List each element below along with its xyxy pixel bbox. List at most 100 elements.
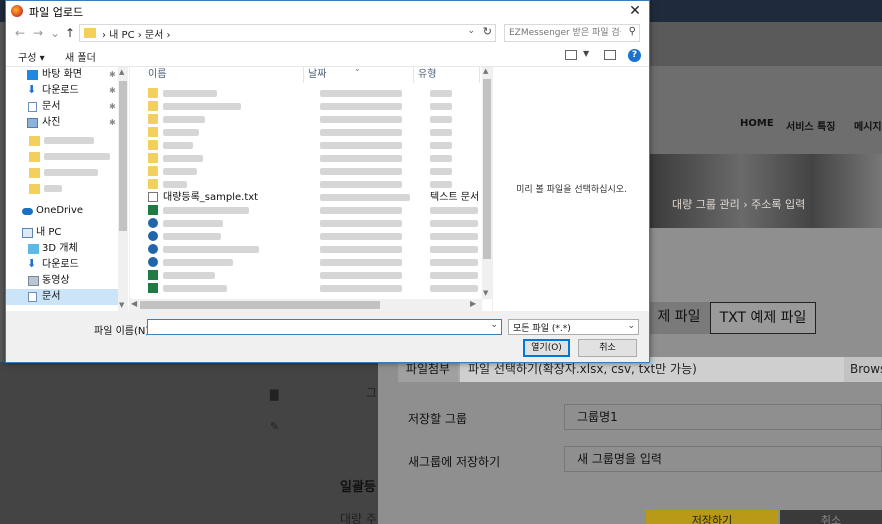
nav-message[interactable]: 메시지 [854,118,882,133]
scroll-down-icon[interactable]: ▼ [119,301,124,309]
file-row[interactable] [144,282,480,295]
forward-arrow-icon[interactable]: → [30,25,46,41]
pin-icon[interactable]: ✱ [109,83,116,99]
file-row[interactable] [144,100,480,113]
tab-example-file[interactable]: 제 파일 [648,302,710,334]
address-bar[interactable]: › 내 PC › 문서 › ⌄ ↻ [79,24,496,42]
filename-input[interactable] [150,320,486,334]
sidebar-item-onedrive[interactable]: OneDrive [6,203,120,219]
sidebar-item-folder[interactable] [6,181,120,197]
preview-pane-icon[interactable] [604,50,616,60]
text-file-icon [148,192,158,202]
sidebar-item-pictures[interactable]: 사진 ✱ [6,115,120,131]
column-header-name[interactable]: 이름 [144,67,304,83]
search-input[interactable] [509,26,621,40]
tab-txt-example-file[interactable]: TXT 예제 파일 [710,302,816,334]
modal-cancel-button[interactable]: 취소 [780,510,882,524]
view-options-icon[interactable] [565,50,577,60]
nav-home[interactable]: HOME [740,118,774,129]
sidebar-item-label: 내 PC [36,227,62,238]
chevron-down-icon[interactable]: ▼ [583,49,589,58]
file-row[interactable]: 대량등록_sample.txt 텍스트 문서 [144,191,480,204]
scroll-left-icon[interactable]: ◀ [131,299,137,308]
excel-file-icon [148,205,158,215]
filename-combobox[interactable]: ⌄ [147,319,502,335]
file-horizontal-scrollbar[interactable]: ◀ ▶ [130,299,482,311]
banner-breadcrumb: 대량 그룹 관리 › 주소록 입력 [672,198,806,211]
search-box[interactable]: ⚲ [504,24,640,42]
file-name [163,87,217,100]
pin-icon[interactable]: ✱ [109,67,116,83]
nav-scrollbar[interactable]: ▲ ▼ [118,67,128,311]
document-icon [28,292,37,302]
file-name [163,113,205,126]
sidebar-item-videos[interactable]: 동영상 [6,273,120,289]
recent-locations-icon[interactable]: ⌄ [47,25,63,41]
file-row[interactable] [144,165,480,178]
nav-features[interactable]: 서비스 특징 [786,118,835,133]
sidebar-item-downloads[interactable]: ⬇ 다운로드 ✱ [6,83,120,99]
search-icon[interactable]: ⚲ [629,26,636,37]
ezmessenger-file-icon [148,231,158,241]
scroll-thumb[interactable] [483,79,491,259]
organize-button[interactable]: 구성 ▾ [18,49,45,64]
chevron-down-icon[interactable]: ⌄ [627,321,635,331]
file-row[interactable] [144,113,480,126]
save-group-select[interactable]: 그룹명1 [564,404,882,430]
open-button[interactable]: 열기(O) [523,339,570,357]
file-date [320,139,402,152]
browse-button[interactable]: Brows [844,357,882,382]
sidebar-item-downloads-pc[interactable]: ⬇ 다운로드 [6,257,120,273]
sidebar-item-folder[interactable] [6,133,120,149]
file-row[interactable] [144,243,480,256]
sidebar-item-documents-pc[interactable]: 문서 [6,289,120,305]
file-row[interactable] [144,230,480,243]
file-row[interactable] [144,178,480,191]
file-row[interactable] [144,256,480,269]
column-header-date[interactable]: 날짜 [304,67,414,83]
file-row[interactable] [144,87,480,100]
scroll-down-icon[interactable]: ▼ [483,289,488,297]
close-icon[interactable]: ✕ [627,2,643,20]
pin-icon[interactable]: ✱ [109,115,116,131]
file-vertical-scrollbar[interactable]: ▲ ▼ [482,67,492,299]
sidebar-item-folder[interactable] [6,165,120,181]
file-row[interactable] [144,204,480,217]
help-icon[interactable]: ? [628,49,641,62]
scroll-up-icon[interactable]: ▲ [483,67,488,75]
file-name [163,100,241,113]
file-row[interactable] [144,269,480,282]
file-row[interactable] [144,126,480,139]
pin-icon[interactable]: ✱ [109,99,116,115]
chevron-down-icon[interactable]: ⌄ [490,320,498,330]
cancel-button[interactable]: 취소 [578,339,637,357]
scroll-right-icon[interactable]: ▶ [470,299,476,308]
scroll-up-icon[interactable]: ▲ [119,68,124,76]
sidebar-item-desktop[interactable]: 바탕 화면 ✱ [6,67,120,83]
file-row[interactable] [144,217,480,230]
pencil-icon[interactable]: ✎ [270,420,279,433]
download-icon: ⬇ [27,83,37,96]
up-arrow-icon[interactable]: ↑ [62,25,78,41]
back-arrow-icon[interactable]: ← [12,25,28,41]
scroll-thumb[interactable] [140,301,380,309]
sidebar-item-documents[interactable]: 문서 ✱ [6,99,120,115]
file-row[interactable] [144,152,480,165]
book-icon[interactable]: ▇ [270,388,278,401]
file-name [163,230,221,243]
file-type-filter[interactable]: 모든 파일 (*.*) ⌄ [508,319,639,335]
file-date [320,230,402,243]
refresh-icon[interactable]: ↻ [483,25,492,38]
sidebar-item-this-pc[interactable]: 내 PC [6,225,120,241]
save-button[interactable]: 저장하기 [646,510,778,524]
file-row[interactable] [144,139,480,152]
chevron-down-icon[interactable]: ⌄ [467,26,475,36]
file-date [320,178,402,191]
sidebar-item-3d-objects[interactable]: 3D 개체 [6,241,120,257]
new-folder-button[interactable]: 새 폴더 [65,49,96,64]
column-header-type[interactable]: 유형 [414,67,480,83]
breadcrumb[interactable]: › 내 PC › 문서 › [102,26,171,41]
sidebar-item-folder[interactable] [6,149,120,165]
new-group-input[interactable]: 새 그룹명을 입력 [564,446,882,472]
scroll-thumb[interactable] [119,81,127,231]
